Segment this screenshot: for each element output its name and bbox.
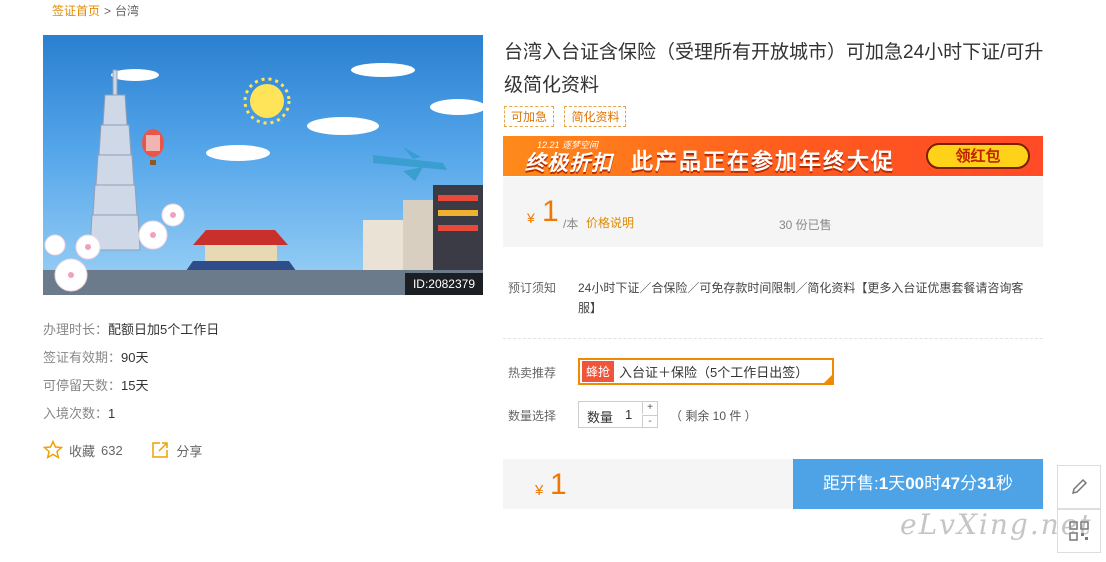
breadcrumb: 签证首页 > 台湾 bbox=[52, 2, 139, 19]
price-unit: /本 bbox=[563, 217, 579, 231]
pencil-icon bbox=[1071, 478, 1088, 495]
countdown-minutes: 47 bbox=[941, 474, 961, 493]
info-stay-days: 可停留天数：15天 bbox=[43, 375, 148, 394]
info-visa-validity: 签证有效期：90天 bbox=[43, 347, 148, 366]
info-label: 入境次数： bbox=[43, 406, 109, 421]
countdown-seconds: 31 bbox=[977, 474, 996, 493]
breadcrumb-current: 台湾 bbox=[115, 4, 140, 18]
hot-label: 热卖推荐 bbox=[508, 366, 557, 380]
product-actions: 收藏 632 分享 bbox=[43, 440, 226, 463]
hot-option-selected[interactable]: 蜂抢 入台证＋保险（5个工作日出签） bbox=[578, 358, 834, 385]
countdown-minutes-unit: 分 bbox=[960, 474, 978, 493]
info-value: 15天 bbox=[121, 378, 149, 393]
qty-field-label: 数量 bbox=[587, 410, 614, 425]
section-divider bbox=[503, 338, 1043, 339]
red-packet-button[interactable]: 领红包 bbox=[926, 143, 1030, 169]
favorite-label: 收藏 bbox=[69, 443, 96, 459]
info-value: 配额日加5个工作日 bbox=[108, 322, 220, 337]
product-image[interactable]: ID:2082379 bbox=[43, 35, 483, 295]
qty-input[interactable]: 1 bbox=[625, 407, 632, 422]
taiwan-scenery-illustration bbox=[43, 63, 483, 295]
price-explain-link[interactable]: 价格说明 bbox=[586, 214, 634, 231]
share-arrow-icon bbox=[152, 442, 169, 458]
breadcrumb-separator: > bbox=[104, 4, 112, 18]
countdown-button[interactable]: 距开售:1天00时47分31秒 bbox=[793, 459, 1043, 509]
info-value: 1 bbox=[108, 406, 116, 421]
share-label: 分享 bbox=[176, 443, 203, 459]
hot-badge: 蜂抢 bbox=[582, 361, 615, 382]
countdown-days: 1 bbox=[878, 474, 889, 493]
image-id-label: ID:2082379 bbox=[404, 273, 483, 295]
favorite-button[interactable]: 收藏 632 bbox=[43, 440, 123, 460]
sold-count: 30 份已售 bbox=[779, 218, 832, 232]
selected-check-icon bbox=[822, 373, 834, 385]
info-value: 90天 bbox=[121, 350, 149, 365]
countdown-prefix: 距开售: bbox=[823, 474, 879, 493]
favorite-count: 632 bbox=[101, 442, 123, 458]
hot-option-text: 入台证＋保险（5个工作日出签） bbox=[619, 365, 809, 380]
info-entries: 入境次数：1 bbox=[43, 403, 115, 422]
info-label: 办理时长： bbox=[43, 322, 109, 337]
notice-label: 预订须知 bbox=[508, 281, 557, 295]
product-title: 台湾入台证含保险（受理所有开放城市）可加急24小时下证/可升级简化资料 bbox=[504, 42, 1044, 96]
price-box: ¥ 1 /本 价格说明 30 份已售 bbox=[503, 177, 1043, 247]
countdown-hours-unit: 时 bbox=[924, 474, 942, 493]
side-edit-button[interactable] bbox=[1057, 465, 1101, 509]
qty-label: 数量选择 bbox=[508, 409, 557, 423]
countdown-hours: 00 bbox=[905, 474, 925, 493]
tag-simplified-docs: 简化资料 bbox=[564, 106, 627, 127]
qty-minus-button[interactable]: - bbox=[642, 415, 657, 428]
breadcrumb-home-link[interactable]: 签证首页 bbox=[52, 4, 100, 18]
promo-big-text: 终极折扣 bbox=[525, 152, 613, 175]
notice-text: 24小时下证／合保险／可免存款时间限制／简化资料【更多入台证优惠套餐请咨询客服】 bbox=[578, 281, 1024, 315]
price-value: 1 bbox=[542, 195, 559, 228]
qty-plus-button[interactable]: + bbox=[642, 402, 657, 414]
promo-banner[interactable]: 12.21 逐梦空间 终极折扣 此产品正在参加年终大促 领红包 bbox=[503, 136, 1043, 176]
price-currency: ¥ bbox=[527, 210, 535, 226]
share-button[interactable]: 分享 bbox=[150, 440, 202, 460]
quantity-stepper: 数量 1 + - bbox=[578, 401, 658, 428]
star-outline-icon bbox=[43, 440, 63, 460]
tag-expedite: 可加急 bbox=[504, 106, 555, 127]
remaining-stock: （ 剩余 10 件 ） bbox=[670, 409, 757, 423]
countdown-seconds-unit: 秒 bbox=[995, 474, 1013, 493]
countdown-days-unit: 天 bbox=[888, 474, 906, 493]
buy-bar: ¥ 1 距开售:1天00时47分31秒 bbox=[503, 459, 1043, 509]
watermark-text: eLvXing.net bbox=[900, 508, 1093, 541]
promo-main-text: 此产品正在参加年终大促 bbox=[631, 149, 896, 174]
buy-price: 1 bbox=[550, 468, 567, 501]
product-tags: 可加急 简化资料 bbox=[504, 106, 632, 127]
info-label: 签证有效期： bbox=[43, 350, 122, 365]
info-label: 可停留天数： bbox=[43, 378, 122, 393]
info-processing-time: 办理时长：配额日加5个工作日 bbox=[43, 319, 219, 338]
buy-currency: ¥ bbox=[535, 482, 544, 499]
